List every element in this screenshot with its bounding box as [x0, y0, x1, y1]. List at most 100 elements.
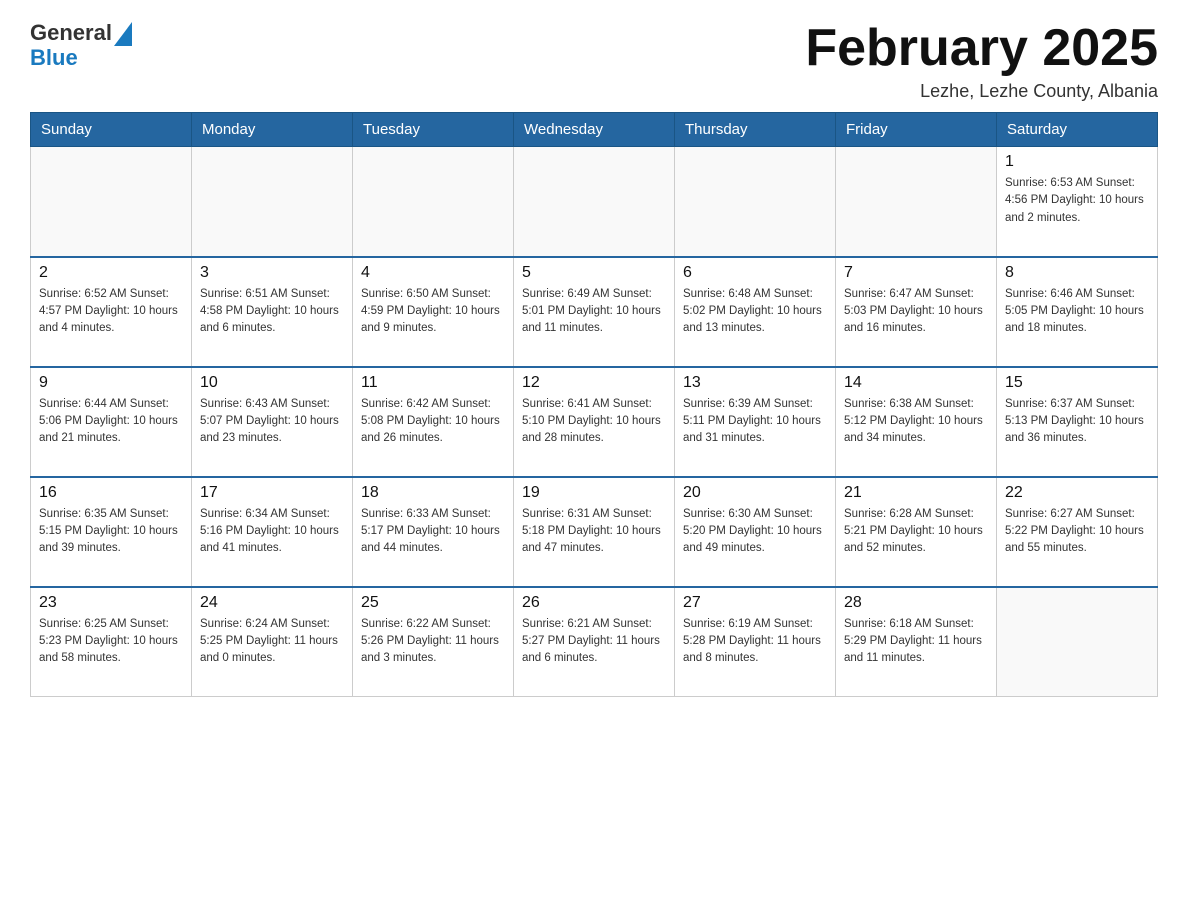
table-row: 7Sunrise: 6:47 AM Sunset: 5:03 PM Daylig… [836, 257, 997, 367]
col-thursday: Thursday [675, 113, 836, 147]
table-row [997, 587, 1158, 697]
day-number: 3 [200, 264, 344, 282]
day-number: 28 [844, 594, 988, 612]
table-row: 9Sunrise: 6:44 AM Sunset: 5:06 PM Daylig… [31, 367, 192, 477]
calendar-week-row: 16Sunrise: 6:35 AM Sunset: 5:15 PM Dayli… [31, 477, 1158, 587]
table-row [353, 147, 514, 257]
day-info: Sunrise: 6:42 AM Sunset: 5:08 PM Dayligh… [361, 396, 505, 448]
calendar-week-row: 9Sunrise: 6:44 AM Sunset: 5:06 PM Daylig… [31, 367, 1158, 477]
day-number: 21 [844, 484, 988, 502]
table-row: 4Sunrise: 6:50 AM Sunset: 4:59 PM Daylig… [353, 257, 514, 367]
day-info: Sunrise: 6:37 AM Sunset: 5:13 PM Dayligh… [1005, 396, 1149, 448]
col-tuesday: Tuesday [353, 113, 514, 147]
day-number: 27 [683, 594, 827, 612]
title-section: February 2025 Lezhe, Lezhe County, Alban… [805, 20, 1158, 102]
table-row: 27 Sunrise: 6:19 AM Sunset: 5:28 PM Dayli… [675, 587, 836, 697]
day-number: 6 [683, 264, 827, 282]
day-number: 25 [361, 594, 505, 612]
day-info: Sunrise: 6:18 AM Sunset: 5:29 PM Dayligh… [844, 616, 988, 668]
day-number: 5 [522, 264, 666, 282]
table-row: 5 Sunrise: 6:49 AM Sunset: 5:01 PM Daylig… [514, 257, 675, 367]
table-row: 8Sunrise: 6:46 AM Sunset: 5:05 PM Daylig… [997, 257, 1158, 367]
day-info: Sunrise: 6:22 AM Sunset: 5:26 PM Dayligh… [361, 616, 505, 668]
day-info: Sunrise: 6:33 AM Sunset: 5:17 PM Dayligh… [361, 506, 505, 558]
day-number: 20 [683, 484, 827, 502]
day-info: Sunrise: 6:53 AM Sunset: 4:56 PM Dayligh… [1005, 175, 1149, 227]
table-row: 23 Sunrise: 6:25 AM Sunset: 5:23 PM Dayli… [31, 587, 192, 697]
table-row: 10 Sunrise: 6:43 AM Sunset: 5:07 PM Dayli… [192, 367, 353, 477]
table-row [192, 147, 353, 257]
calendar-header-row: Sunday Monday Tuesday Wednesday Thursday… [31, 113, 1158, 147]
day-number: 18 [361, 484, 505, 502]
table-row: 24 Sunrise: 6:24 AM Sunset: 5:25 PM Dayli… [192, 587, 353, 697]
day-info: Sunrise: 6:24 AM Sunset: 5:25 PM Dayligh… [200, 616, 344, 668]
col-saturday: Saturday [997, 113, 1158, 147]
day-info: Sunrise: 6:39 AM Sunset: 5:11 PM Dayligh… [683, 396, 827, 448]
day-info: Sunrise: 6:21 AM Sunset: 5:27 PM Dayligh… [522, 616, 666, 668]
day-info: Sunrise: 6:34 AM Sunset: 5:16 PM Dayligh… [200, 506, 344, 558]
day-number: 22 [1005, 484, 1149, 502]
table-row: 1 Sunrise: 6:53 AM Sunset: 4:56 PM Daylig… [997, 147, 1158, 257]
day-number: 13 [683, 374, 827, 392]
logo: General Blue [30, 20, 132, 70]
table-row [514, 147, 675, 257]
table-row: 18 Sunrise: 6:33 AM Sunset: 5:17 PM Dayli… [353, 477, 514, 587]
day-info: Sunrise: 6:25 AM Sunset: 5:23 PM Dayligh… [39, 616, 183, 668]
table-row: 17 Sunrise: 6:34 AM Sunset: 5:16 PM Dayli… [192, 477, 353, 587]
day-info: Sunrise: 6:51 AM Sunset: 4:58 PM Dayligh… [200, 286, 344, 338]
table-row: 3 Sunrise: 6:51 AM Sunset: 4:58 PM Daylig… [192, 257, 353, 367]
day-info: Sunrise: 6:19 AM Sunset: 5:28 PM Dayligh… [683, 616, 827, 668]
day-info: Sunrise: 6:49 AM Sunset: 5:01 PM Dayligh… [522, 286, 666, 338]
day-number: 9 [39, 374, 183, 392]
location-subtitle: Lezhe, Lezhe County, Albania [805, 81, 1158, 102]
day-info: Sunrise: 6:41 AM Sunset: 5:10 PM Dayligh… [522, 396, 666, 448]
table-row: 15 Sunrise: 6:37 AM Sunset: 5:13 PM Dayli… [997, 367, 1158, 477]
table-row: 16Sunrise: 6:35 AM Sunset: 5:15 PM Dayli… [31, 477, 192, 587]
day-info: Sunrise: 6:43 AM Sunset: 5:07 PM Dayligh… [200, 396, 344, 448]
table-row: 28 Sunrise: 6:18 AM Sunset: 5:29 PM Dayli… [836, 587, 997, 697]
calendar-table: Sunday Monday Tuesday Wednesday Thursday… [30, 112, 1158, 697]
table-row: 6 Sunrise: 6:48 AM Sunset: 5:02 PM Daylig… [675, 257, 836, 367]
day-info: Sunrise: 6:28 AM Sunset: 5:21 PM Dayligh… [844, 506, 988, 558]
day-number: 10 [200, 374, 344, 392]
table-row: 11 Sunrise: 6:42 AM Sunset: 5:08 PM Dayli… [353, 367, 514, 477]
table-row: 25 Sunrise: 6:22 AM Sunset: 5:26 PM Dayli… [353, 587, 514, 697]
logo-arrow-icon [114, 22, 132, 46]
day-info: Sunrise: 6:38 AM Sunset: 5:12 PM Dayligh… [844, 396, 988, 448]
day-number: 23 [39, 594, 183, 612]
day-number: 15 [1005, 374, 1149, 392]
day-info: Sunrise: 6:30 AM Sunset: 5:20 PM Dayligh… [683, 506, 827, 558]
day-number: 8 [1005, 264, 1149, 282]
month-title: February 2025 [805, 20, 1158, 77]
table-row [31, 147, 192, 257]
table-row: 2 Sunrise: 6:52 AM Sunset: 4:57 PM Daylig… [31, 257, 192, 367]
table-row [836, 147, 997, 257]
day-number: 26 [522, 594, 666, 612]
table-row: 26 Sunrise: 6:21 AM Sunset: 5:27 PM Dayli… [514, 587, 675, 697]
day-info: Sunrise: 6:31 AM Sunset: 5:18 PM Dayligh… [522, 506, 666, 558]
day-number: 2 [39, 264, 183, 282]
table-row [675, 147, 836, 257]
day-number: 24 [200, 594, 344, 612]
day-info: Sunrise: 6:48 AM Sunset: 5:02 PM Dayligh… [683, 286, 827, 338]
day-number: 11 [361, 374, 505, 392]
table-row: 12Sunrise: 6:41 AM Sunset: 5:10 PM Dayli… [514, 367, 675, 477]
col-monday: Monday [192, 113, 353, 147]
day-info: Sunrise: 6:52 AM Sunset: 4:57 PM Dayligh… [39, 286, 183, 338]
logo-blue-text: Blue [30, 45, 78, 70]
day-number: 17 [200, 484, 344, 502]
day-number: 1 [1005, 153, 1149, 171]
col-sunday: Sunday [31, 113, 192, 147]
calendar-week-row: 23 Sunrise: 6:25 AM Sunset: 5:23 PM Dayli… [31, 587, 1158, 697]
calendar-week-row: 2 Sunrise: 6:52 AM Sunset: 4:57 PM Daylig… [31, 257, 1158, 367]
col-wednesday: Wednesday [514, 113, 675, 147]
table-row: 22Sunrise: 6:27 AM Sunset: 5:22 PM Dayli… [997, 477, 1158, 587]
day-number: 7 [844, 264, 988, 282]
page-header: General Blue February 2025 Lezhe, Lezhe … [30, 20, 1158, 102]
day-info: Sunrise: 6:35 AM Sunset: 5:15 PM Dayligh… [39, 506, 183, 558]
table-row: 21 Sunrise: 6:28 AM Sunset: 5:21 PM Dayli… [836, 477, 997, 587]
table-row: 20 Sunrise: 6:30 AM Sunset: 5:20 PM Dayli… [675, 477, 836, 587]
table-row: 19Sunrise: 6:31 AM Sunset: 5:18 PM Dayli… [514, 477, 675, 587]
table-row: 14 Sunrise: 6:38 AM Sunset: 5:12 PM Dayli… [836, 367, 997, 477]
day-number: 14 [844, 374, 988, 392]
